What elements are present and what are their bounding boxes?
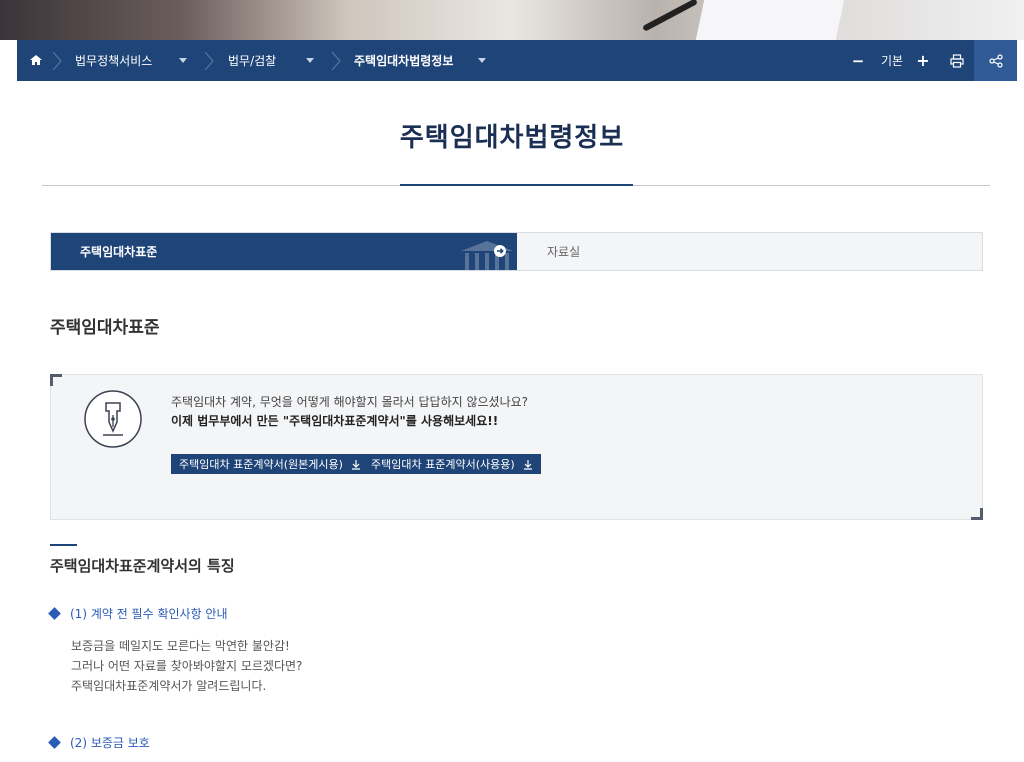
tab-bar: 주택임대차표준 자료실 bbox=[50, 232, 983, 271]
feature-item-label: (1) 계약 전 필수 확인사항 안내 bbox=[70, 607, 228, 621]
caret-down-icon[interactable] bbox=[179, 58, 187, 63]
tab-label: 주택임대차표준 bbox=[80, 245, 158, 259]
feature-line: 보증금을 떼일지도 모른다는 막연한 불안감! bbox=[71, 639, 290, 653]
caret-down-icon[interactable] bbox=[306, 58, 314, 63]
print-icon bbox=[950, 53, 964, 68]
caret-down-icon[interactable] bbox=[478, 58, 486, 63]
zoom-in-label: + bbox=[916, 51, 930, 70]
info-text-question: 주택임대차 계약, 무엇을 어떻게 해야할지 몰라서 답답하지 않으셨나요? bbox=[171, 395, 529, 409]
info-text-cta: 이제 법무부에서 만든 "주택임대차표준계약서"를 사용해보세요!! bbox=[171, 414, 499, 428]
arrow-circle-right-icon bbox=[494, 245, 506, 257]
download-icon bbox=[523, 459, 532, 470]
chevron-right-icon bbox=[331, 51, 341, 71]
zoom-out-label: − bbox=[851, 51, 865, 70]
print-button[interactable] bbox=[947, 40, 967, 81]
feature-item-2: (2) 보증금 보호 bbox=[48, 734, 150, 751]
breadcrumb-item-2[interactable]: 법무/검찰 bbox=[228, 40, 276, 81]
home-icon[interactable] bbox=[29, 53, 43, 67]
feature-line: 그러나 어떤 자료를 찾아봐야할지 모르겠다면? bbox=[71, 659, 303, 673]
download-button-label: 주택임대차 표준계약서(원본게시용) bbox=[179, 458, 343, 471]
zoom-in-button[interactable]: + bbox=[914, 40, 932, 81]
breadcrumb-bar: 법무정책서비스 법무/검찰 주택임대차법령정보 − 기본 + bbox=[17, 40, 1017, 81]
section-title: 주택임대차표준 bbox=[50, 318, 160, 338]
hero-pen bbox=[642, 0, 698, 32]
breadcrumb-label: 법무/검찰 bbox=[228, 54, 277, 68]
feature-item-1: (1) 계약 전 필수 확인사항 안내 bbox=[48, 605, 228, 622]
breadcrumb-label: 법무정책서비스 bbox=[75, 54, 153, 68]
download-use-button[interactable]: 주택임대차 표준계약서(사용용) bbox=[363, 454, 541, 474]
fountain-pen-icon bbox=[84, 390, 142, 448]
share-icon bbox=[988, 53, 1003, 68]
info-box: 주택임대차 계약, 무엇을 어떻게 해야할지 몰라서 답답하지 않으셨나요? 이… bbox=[50, 374, 983, 520]
features-accent-line bbox=[50, 544, 77, 546]
feature-item-body: 보증금을 떼일지도 모른다는 막연한 불안감! 그러나 어떤 자료를 찾아봐야할… bbox=[71, 636, 302, 696]
corner-decoration bbox=[50, 374, 62, 386]
tab-archive[interactable]: 자료실 bbox=[547, 233, 580, 270]
title-divider-accent bbox=[400, 184, 633, 186]
features-title: 주택임대차표준계약서의 특징 bbox=[50, 557, 235, 575]
share-button[interactable] bbox=[974, 40, 1017, 81]
breadcrumb-item-1[interactable]: 법무정책서비스 bbox=[75, 40, 152, 81]
hero-banner bbox=[0, 0, 1024, 40]
download-icon bbox=[351, 459, 360, 470]
chevron-right-icon bbox=[204, 51, 214, 71]
building-icon bbox=[461, 241, 513, 270]
diamond-bullet-icon bbox=[48, 736, 61, 749]
hero-paper bbox=[695, 0, 845, 40]
breadcrumb-item-3[interactable]: 주택임대차법령정보 bbox=[354, 40, 453, 81]
zoom-out-button[interactable]: − bbox=[849, 40, 867, 81]
feature-line: 주택임대차표준계약서가 알려드립니다. bbox=[71, 679, 267, 693]
diamond-bullet-icon bbox=[48, 607, 61, 620]
zoom-level-label: 기본 bbox=[880, 54, 904, 68]
chevron-right-icon bbox=[52, 51, 62, 71]
page-title: 주택임대차법령정보 bbox=[399, 123, 625, 153]
download-button-label: 주택임대차 표준계약서(사용용) bbox=[371, 458, 515, 471]
tab-label: 자료실 bbox=[547, 245, 581, 259]
tab-housing-lease-standard[interactable]: 주택임대차표준 bbox=[51, 233, 517, 270]
feature-item-label: (2) 보증금 보호 bbox=[70, 736, 150, 750]
zoom-reset-button[interactable]: 기본 bbox=[877, 40, 907, 81]
download-original-button[interactable]: 주택임대차 표준계약서(원본게시용) bbox=[171, 454, 369, 474]
breadcrumb-label: 주택임대차법령정보 bbox=[354, 54, 454, 68]
corner-decoration bbox=[971, 508, 983, 520]
